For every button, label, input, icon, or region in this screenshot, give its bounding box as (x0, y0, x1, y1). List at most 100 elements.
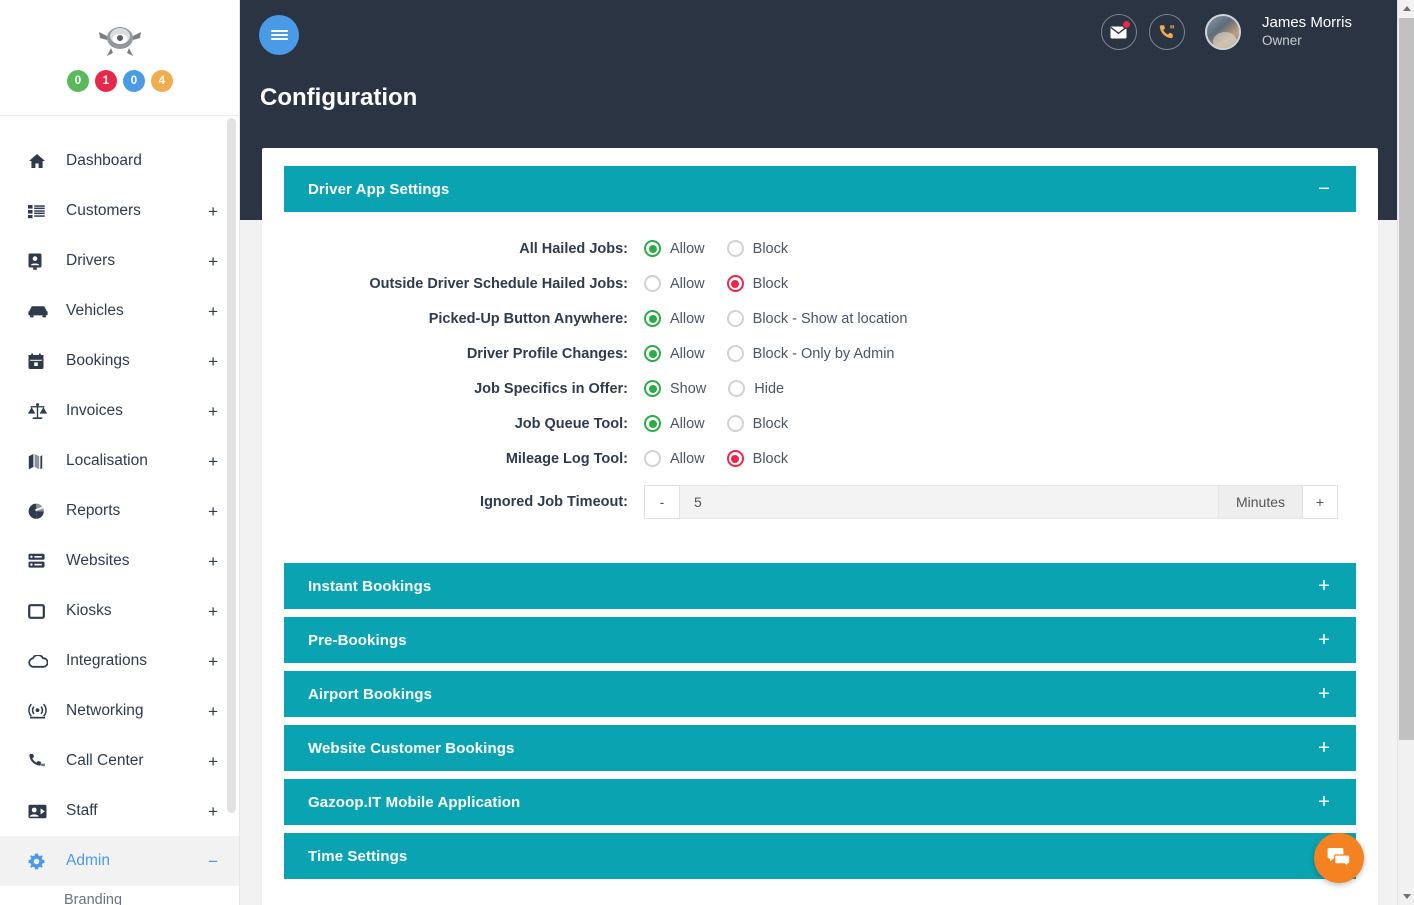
sidebar-item-customers[interactable]: Customers + (0, 186, 240, 236)
radio-option-1[interactable]: Allow (644, 310, 705, 327)
panel-header[interactable]: Website Customer Bookings + (284, 725, 1356, 771)
sidebar-item-reports[interactable]: Reports + (0, 486, 240, 536)
page-scrollbar[interactable] (1397, 0, 1414, 905)
status-badge[interactable]: 0 (67, 70, 89, 92)
hamburger-menu-button[interactable] (259, 15, 299, 55)
expand-icon[interactable]: + (208, 503, 220, 520)
radio-button[interactable] (726, 450, 744, 467)
radio-button[interactable] (644, 450, 661, 467)
radio-button[interactable] (726, 240, 744, 257)
radio-button[interactable] (644, 415, 661, 432)
radio-option-2[interactable]: Block - Only by Admin (726, 345, 894, 362)
radio-option-2[interactable]: Block (726, 240, 788, 257)
radio-option-1[interactable]: Allow (644, 240, 705, 257)
sidebar-item-kiosks[interactable]: Kiosks + (0, 586, 240, 636)
sidebar-item-call-center[interactable]: Call Center + (0, 736, 240, 786)
call-button[interactable] (1148, 14, 1185, 50)
sidebar-item-dashboard[interactable]: Dashboard (0, 136, 240, 186)
radio-option-2[interactable]: Block (726, 450, 788, 467)
collapse-icon[interactable]: − (208, 853, 220, 870)
sidebar-item-label: Kiosks (66, 602, 112, 619)
radio-option-1[interactable]: Allow (644, 345, 705, 362)
radio-button[interactable] (726, 275, 744, 292)
sidebar-item-staff[interactable]: Staff + (0, 786, 240, 836)
radio-button[interactable] (728, 380, 746, 397)
expand-icon[interactable]: + (208, 553, 220, 570)
expand-icon[interactable]: + (208, 703, 220, 720)
sidebar-item-label: Dashboard (66, 152, 142, 169)
panel-header[interactable]: Time Settings+ (284, 833, 1356, 879)
expand-icon[interactable]: + (1314, 792, 1334, 812)
sidebar: 0104 Dashboard Customers + Drivers + Vehicles… (0, 0, 240, 905)
radio-button[interactable] (644, 240, 661, 257)
timeout-value-input[interactable]: 5 (680, 485, 1218, 519)
radio-option-2[interactable]: Block (726, 275, 788, 292)
status-badge[interactable]: 1 (95, 70, 117, 92)
radio-option-1[interactable]: Allow (644, 450, 705, 467)
page-scrollbar-thumb[interactable] (1399, 18, 1414, 740)
expand-icon[interactable]: + (208, 453, 220, 470)
form-control: Allow Block - Only by Admin (644, 345, 1356, 362)
expand-icon[interactable]: + (1314, 576, 1334, 596)
radio-button[interactable] (644, 345, 661, 362)
sidebar-item-drivers[interactable]: Drivers + (0, 236, 240, 286)
user-info[interactable]: James Morris Owner (1262, 14, 1352, 49)
sidebar-item-integrations[interactable]: Integrations + (0, 636, 240, 686)
panel-header[interactable]: Pre-Bookings + (284, 617, 1356, 663)
decrement-button[interactable]: - (644, 485, 680, 519)
panel-header[interactable]: Instant Bookings + (284, 563, 1356, 609)
avatar[interactable] (1204, 14, 1241, 50)
form-row: All Hailed Jobs: Allow Block (284, 240, 1356, 257)
expand-icon[interactable]: + (208, 803, 220, 820)
minus-icon[interactable]: − (1314, 179, 1334, 199)
radio-option-2[interactable]: Block - Show at location (726, 310, 907, 327)
expand-icon[interactable]: + (208, 403, 220, 420)
scroll-up-arrow[interactable] (1398, 0, 1414, 17)
topbar-actions: James Morris Owner (1100, 14, 1352, 50)
sidebar-item-bookings[interactable]: Bookings + (0, 336, 240, 386)
radio-button[interactable] (644, 275, 661, 292)
radio-option-1[interactable]: Allow (644, 275, 705, 292)
radio-button[interactable] (726, 345, 744, 362)
messages-button[interactable] (1100, 14, 1137, 50)
expand-icon[interactable]: + (1314, 738, 1334, 758)
expand-icon[interactable]: + (1314, 630, 1334, 650)
radio-label: Show (670, 380, 707, 397)
sidebar-item-localisation[interactable]: Localisation + (0, 436, 240, 486)
sidebar-item-networking[interactable]: Networking + (0, 686, 240, 736)
increment-button[interactable]: + (1302, 485, 1338, 519)
expand-icon[interactable]: + (208, 253, 220, 270)
panel-title: Instant Bookings (308, 577, 432, 595)
radio-button[interactable] (644, 380, 661, 397)
scroll-down-arrow[interactable] (1398, 888, 1414, 905)
chat-support-button[interactable] (1314, 833, 1364, 883)
status-badge[interactable]: 0 (123, 70, 145, 92)
radio-button[interactable] (644, 310, 661, 327)
expand-icon[interactable]: + (208, 203, 220, 220)
radio-option-2[interactable]: Hide (728, 380, 784, 397)
status-badge[interactable]: 4 (151, 70, 173, 92)
sidebar-item-invoices[interactable]: Invoices + (0, 386, 240, 436)
expand-icon[interactable]: + (1314, 684, 1334, 704)
expand-icon[interactable]: + (208, 603, 220, 620)
radio-label: Allow (670, 275, 705, 292)
radio-option-2[interactable]: Block (726, 415, 788, 432)
radio-button[interactable] (726, 415, 744, 432)
sidebar-scrollbar-thumb[interactable] (227, 118, 236, 813)
radio-button[interactable] (726, 310, 744, 327)
panel-header[interactable]: Airport Bookings + (284, 671, 1356, 717)
expand-icon[interactable]: + (208, 353, 220, 370)
sidebar-subitem-branding[interactable]: Branding (0, 886, 240, 905)
panel-header[interactable]: Gazoop.IT Mobile Application + (284, 779, 1356, 825)
ignored-job-timeout-stepper: - 5 Minutes + (644, 485, 1338, 519)
expand-icon[interactable]: + (208, 303, 220, 320)
panel-header-driver-app-settings[interactable]: Driver App Settings − (284, 166, 1356, 212)
radio-option-1[interactable]: Show (644, 380, 706, 397)
expand-icon[interactable]: + (208, 753, 220, 770)
sidebar-item-admin[interactable]: Admin − (0, 836, 240, 886)
radio-option-1[interactable]: Allow (644, 415, 705, 432)
sidebar-item-websites[interactable]: Websites + (0, 536, 240, 586)
sidebar-item-vehicles[interactable]: Vehicles + (0, 286, 240, 336)
expand-icon[interactable]: + (208, 653, 220, 670)
panel-title: Gazoop.IT Mobile Application (308, 793, 521, 811)
